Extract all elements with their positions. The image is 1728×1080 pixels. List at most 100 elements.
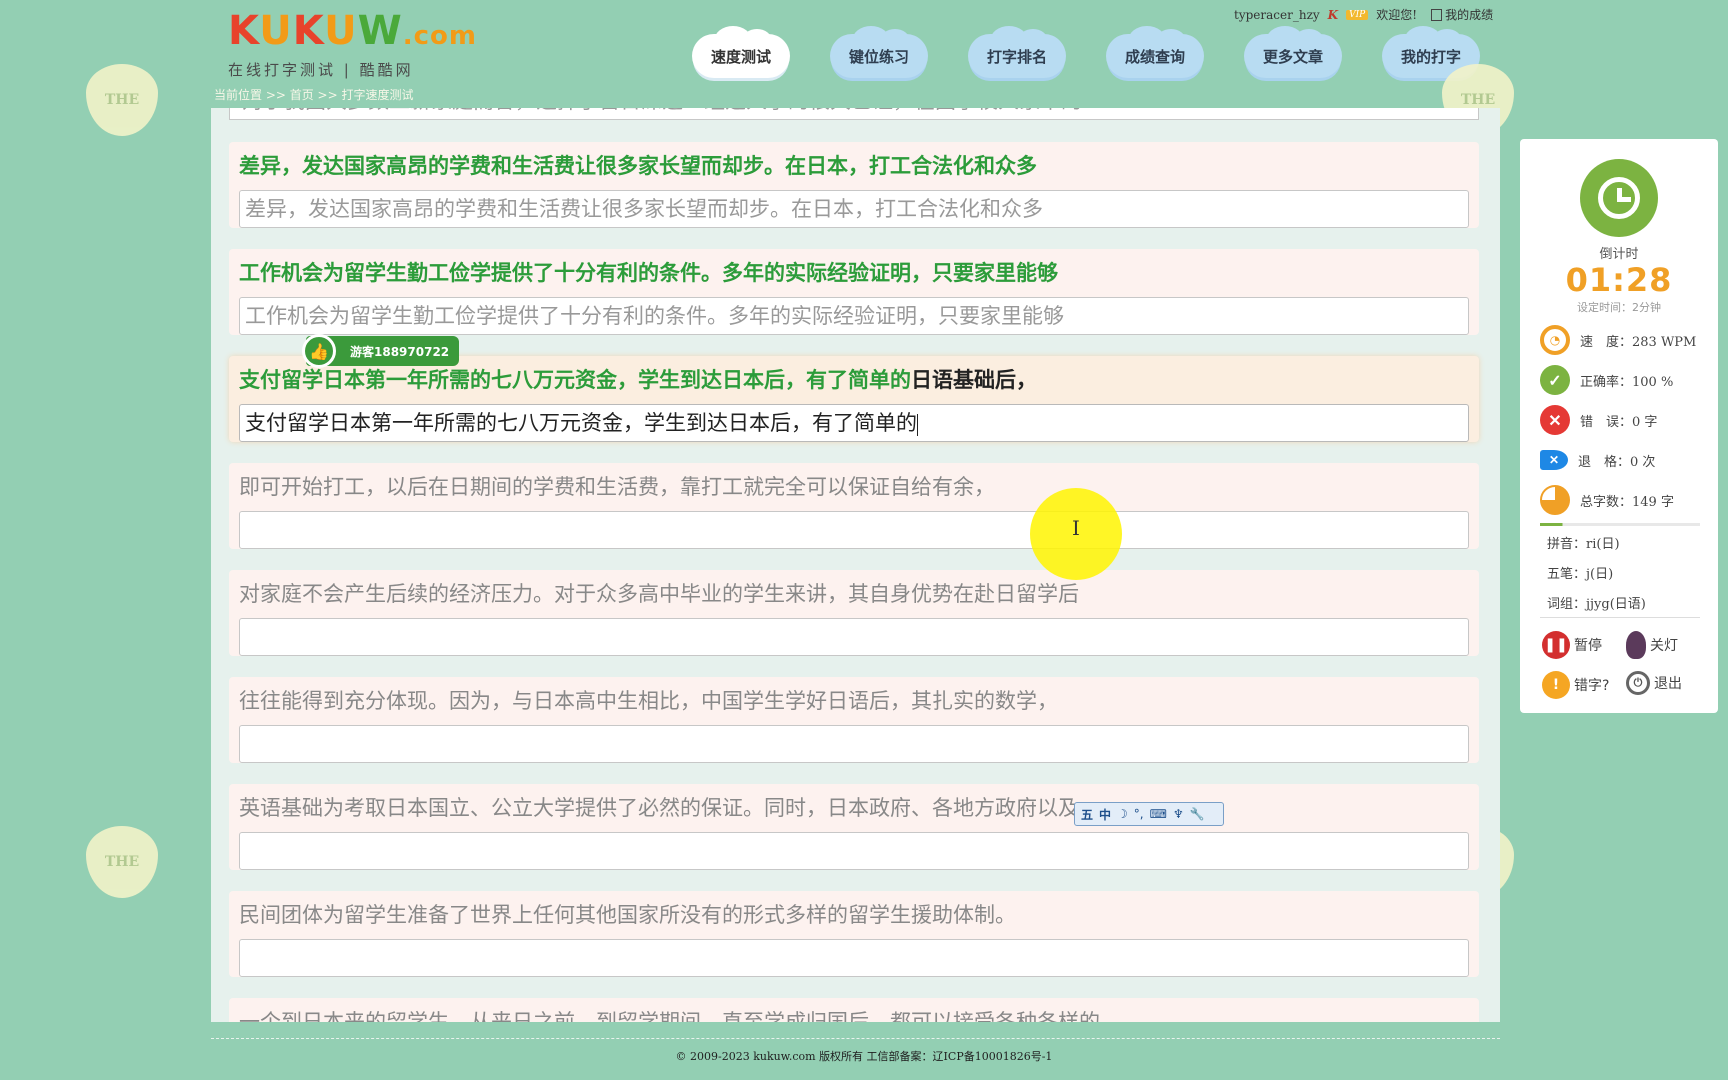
- my-scores-label: 我的成绩: [1445, 8, 1494, 22]
- typed-text: 支付留学日本第一年所需的七八万元资金，学生到达日本后，有了简单的: [245, 411, 917, 435]
- time-setting: 设定时间：2分钟: [1577, 301, 1661, 314]
- source-line: 往往能得到充分体现。因为，与日本高中生相比，中国学生学好日语后，其扎实的数学，: [239, 689, 1058, 713]
- exit-button[interactable]: ⏻ 退出: [1626, 671, 1682, 695]
- ime-halfwidth-icon[interactable]: ☽: [1117, 807, 1128, 821]
- pinyin-hint: 拼音：ri(日): [1547, 537, 1620, 552]
- welcome-text: 欢迎您!: [1376, 8, 1418, 22]
- x-icon: ✕: [1540, 405, 1570, 435]
- source-line: 民间团体为留学生准备了世界上任何其他国家所没有的形式多样的留学生援助体制。: [239, 903, 1016, 927]
- source-line: 一个到日本来的留学生，从来日之前，到留学期间，直至学成归国后，都可以接受各种各样…: [239, 1010, 1100, 1022]
- lights-off-button[interactable]: 关灯: [1626, 631, 1678, 659]
- backspace-icon: ✕: [1540, 450, 1568, 470]
- vk-icon: K: [1327, 7, 1339, 22]
- source-line: 工作机会为留学生勤工俭学提供了十分有利的条件。多年的实际经验证明，只要家里能够: [239, 260, 1058, 285]
- nav-more-articles[interactable]: 更多文章: [1244, 26, 1342, 78]
- typing-input[interactable]: [239, 725, 1469, 763]
- power-icon: ⏻: [1626, 671, 1650, 695]
- nav-score-query[interactable]: 成绩查询: [1106, 26, 1204, 78]
- source-line: 即可开始打工，以后在日期间的学费和生活费，靠打工就完全可以保证自给有余，: [239, 475, 995, 499]
- report-typo-label: 错字?: [1574, 678, 1610, 694]
- typing-input[interactable]: 差异，发达国家高昂的学费和生活费让很多家长望而却步。在日本，打工合法化和众多: [239, 190, 1469, 228]
- logo-subtitle: 在线打字测试 | 酷酷网: [228, 61, 414, 79]
- countdown-timer: 01:28: [1565, 261, 1673, 299]
- stats-panel: 倒计时 01:28 设定时间：2分钟 ◔ 速 度：283 WPM ✓ 正确率：1…: [1520, 139, 1718, 713]
- logo-wordmark: KUKUW.com: [228, 8, 477, 54]
- breadcrumb[interactable]: 当前位置 >> 首页 >> 打字速度测试: [214, 86, 413, 103]
- total-value: 总字数：149 字: [1580, 494, 1674, 510]
- my-scores-link[interactable]: 我的成绩: [1431, 6, 1493, 23]
- wubi-hint: 五笔：j(日): [1547, 567, 1614, 582]
- source-line: 支付留学日本第一年所需的七八万元资金，学生到达日本后，有了简单的日语基础后，: [239, 362, 1469, 398]
- typing-row: 对家庭不会产生后续的经济压力。对于众多高中毕业的学生来讲，其自身优势在赴日留学后: [229, 570, 1479, 656]
- decor-leaf-icon: THE: [86, 826, 158, 898]
- source-remaining-part: 日语基础后，: [911, 367, 1037, 392]
- footer: © 2009-2023 kukuw.com 版权所有 工信部备案：辽ICP备10…: [675, 1050, 1053, 1063]
- ime-logo-icon[interactable]: 五: [1081, 806, 1093, 823]
- ime-punctuation-icon[interactable]: °,: [1134, 807, 1144, 821]
- bulb-icon: [1626, 631, 1646, 659]
- decor-leaf-icon: THE: [86, 64, 158, 136]
- ime-toolbar[interactable]: 五 中 ☽ °, ⌨ ♆ 🔧: [1074, 802, 1224, 826]
- text-caret: [917, 413, 918, 436]
- typing-row: 一个到日本来的留学生，从来日之前，到留学期间，直至学成归国后，都可以接受各种各样…: [229, 998, 1479, 1022]
- typing-row: 往往能得到充分体现。因为，与日本高中生相比，中国学生学好日语后，其扎实的数学，: [229, 677, 1479, 763]
- typing-row: 差异，发达国家高昂的学费和生活费让很多家长望而却步。在日本，打工合法化和众多 差…: [229, 142, 1479, 228]
- username[interactable]: typeracer_hzy: [1234, 8, 1320, 22]
- typing-row: 英语基础为考取日本国立、公立大学提供了必然的保证。同时，日本政府、各地方政府以及: [229, 784, 1479, 870]
- vip-badge: VIP: [1346, 9, 1369, 20]
- typing-input[interactable]: 对于我国大多数工薪家庭而言，选择了留日深造一经选人学的很大已证，在国学校人家中的: [229, 108, 1479, 120]
- accuracy-value: 正确率：100 %: [1580, 374, 1674, 390]
- typing-input[interactable]: [239, 832, 1469, 870]
- nav-key-practice[interactable]: 键位练习: [830, 26, 928, 78]
- typing-input[interactable]: [239, 618, 1469, 656]
- nav-speed-test[interactable]: 速度测试: [692, 26, 790, 78]
- pause-label: 暂停: [1574, 638, 1602, 654]
- document-icon: [1431, 8, 1443, 21]
- typing-input-active[interactable]: 支付留学日本第一年所需的七八万元资金，学生到达日本后，有了简单的: [239, 404, 1469, 442]
- typing-row: 民间团体为留学生准备了世界上任何其他国家所没有的形式多样的留学生援助体制。: [229, 891, 1479, 977]
- thumbs-up-icon: 👍: [302, 334, 336, 368]
- ibeam-cursor-icon: I: [1072, 516, 1080, 540]
- typing-input[interactable]: [239, 511, 1469, 549]
- visitor-badge: 👍 游客188970722: [302, 334, 460, 368]
- nav-ranking[interactable]: 打字排名: [968, 26, 1066, 78]
- total-stat: 总字数：149 字: [1540, 485, 1674, 515]
- ime-settings-icon[interactable]: 🔧: [1190, 807, 1205, 821]
- source-line: 英语基础为考取日本国立、公立大学提供了必然的保证。同时，日本政府、各地方政府以及: [239, 796, 1079, 820]
- report-typo-button[interactable]: ! 错字?: [1542, 671, 1609, 699]
- ime-skin-icon[interactable]: ♆: [1173, 807, 1184, 821]
- check-icon: ✓: [1540, 365, 1570, 395]
- backspace-stat: ✕ 退 格：0 次: [1540, 445, 1655, 475]
- speed-stat: ◔ 速 度：283 WPM: [1540, 325, 1696, 355]
- main-nav: 速度测试 键位练习 打字排名 成绩查询 更多文章 我的打字: [692, 26, 1480, 78]
- typing-row-partial: 对于我国大多数工薪家庭而言，选择了留日深造一经选人学的很大已证，在国学校人家中的: [229, 108, 1479, 120]
- typing-row: 即可开始打工，以后在日期间的学费和生活费，靠打工就完全可以保证自给有余，: [229, 463, 1479, 549]
- ime-mode-toggle[interactable]: 中: [1099, 806, 1111, 823]
- visitor-name: 游客188970722: [350, 344, 450, 359]
- speedometer-icon: ◔: [1540, 325, 1570, 355]
- footer-divider: [211, 1038, 1500, 1039]
- source-line: 差异，发达国家高昂的学费和生活费让很多家长望而却步。在日本，打工合法化和众多: [239, 153, 1037, 178]
- speed-value: 速 度：283 WPM: [1580, 334, 1697, 350]
- exit-label: 退出: [1654, 676, 1682, 692]
- pause-icon: ❚❚: [1542, 631, 1570, 659]
- ime-keyboard-icon[interactable]: ⌨: [1150, 807, 1167, 821]
- divider: [1540, 617, 1700, 618]
- source-line: 对家庭不会产生后续的经济压力。对于众多高中毕业的学生来讲，其自身优势在赴日留学后: [239, 582, 1079, 606]
- typing-row-active: 支付留学日本第一年所需的七八万元资金，学生到达日本后，有了简单的日语基础后， 支…: [229, 356, 1479, 442]
- accuracy-stat: ✓ 正确率：100 %: [1540, 365, 1673, 395]
- countdown-label: 倒计时: [1599, 247, 1639, 262]
- lights-off-label: 关灯: [1650, 638, 1678, 654]
- typing-input[interactable]: 工作机会为留学生勤工俭学提供了十分有利的条件。多年的实际经验证明，只要家里能够: [239, 297, 1469, 335]
- pause-button[interactable]: ❚❚ 暂停: [1542, 631, 1602, 659]
- typing-panel: 对于我国大多数工薪家庭而言，选择了留日深造一经选人学的很大已证，在国学校人家中的…: [211, 108, 1500, 1022]
- site-logo[interactable]: KUKUW.com 在线打字测试 | 酷酷网: [228, 8, 477, 79]
- pie-chart-icon: [1540, 485, 1570, 515]
- phrase-hint: 词组：jjyg(日语): [1547, 597, 1646, 612]
- progress-bar: [1540, 523, 1700, 526]
- error-stat: ✕ 错 误：0 字: [1540, 405, 1657, 435]
- warning-icon: !: [1542, 671, 1570, 699]
- typing-input[interactable]: [239, 939, 1469, 977]
- user-bar: typeracer_hzy K VIP 欢迎您! 我的成绩: [1234, 6, 1493, 23]
- backspace-value: 退 格：0 次: [1578, 454, 1656, 470]
